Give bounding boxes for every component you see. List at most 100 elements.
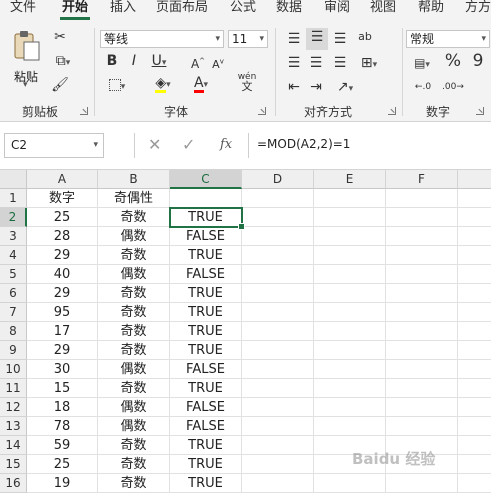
table-cell[interactable]: [242, 474, 314, 493]
table-cell[interactable]: FALSE: [170, 417, 242, 436]
row-header[interactable]: 15: [0, 455, 27, 474]
table-cell[interactable]: [314, 398, 386, 417]
table-cell[interactable]: [386, 360, 458, 379]
number-launcher-icon[interactable]: [476, 107, 484, 115]
table-cell[interactable]: 28: [27, 227, 98, 246]
table-cell[interactable]: [242, 284, 314, 303]
table-cell[interactable]: [242, 265, 314, 284]
tab-view[interactable]: 视图: [370, 0, 396, 20]
table-cell[interactable]: 奇数: [98, 246, 170, 265]
alignment-launcher-icon[interactable]: [388, 107, 396, 115]
increase-font-button[interactable]: A^: [190, 52, 206, 73]
table-cell[interactable]: [242, 436, 314, 455]
table-cell[interactable]: [458, 455, 491, 474]
table-cell[interactable]: [170, 189, 242, 208]
table-cell[interactable]: [458, 284, 491, 303]
row-header[interactable]: 10: [0, 360, 27, 379]
table-cell[interactable]: [458, 322, 491, 341]
borders-button[interactable]: ▾: [102, 76, 132, 96]
comma-style-button[interactable]: 9: [470, 52, 486, 70]
tab-data[interactable]: 数据: [276, 0, 302, 20]
table-cell[interactable]: 偶数: [98, 417, 170, 436]
table-cell[interactable]: TRUE: [170, 284, 242, 303]
table-cell[interactable]: [242, 208, 314, 227]
table-cell[interactable]: [242, 227, 314, 246]
table-cell[interactable]: 奇数: [98, 322, 170, 341]
increase-indent-button[interactable]: ⇥: [306, 78, 326, 96]
underline-button[interactable]: U▾: [146, 52, 172, 72]
row-header[interactable]: 9: [0, 341, 27, 360]
table-cell[interactable]: [242, 455, 314, 474]
row-header[interactable]: 16: [0, 474, 27, 493]
table-cell[interactable]: [242, 398, 314, 417]
table-cell[interactable]: 95: [27, 303, 98, 322]
table-cell[interactable]: 奇数: [98, 208, 170, 227]
table-cell[interactable]: [314, 322, 386, 341]
table-cell[interactable]: 奇数: [98, 341, 170, 360]
table-cell[interactable]: [314, 341, 386, 360]
table-cell[interactable]: 19: [27, 474, 98, 493]
accounting-format-button[interactable]: ▤▾: [408, 54, 436, 74]
table-cell[interactable]: [242, 379, 314, 398]
row-header[interactable]: 7: [0, 303, 27, 322]
percent-button[interactable]: %: [444, 52, 462, 70]
table-cell[interactable]: [242, 417, 314, 436]
table-cell[interactable]: [458, 189, 491, 208]
table-cell[interactable]: 偶数: [98, 360, 170, 379]
row-header[interactable]: 3: [0, 227, 27, 246]
table-cell[interactable]: FALSE: [170, 227, 242, 246]
table-cell[interactable]: [458, 208, 491, 227]
column-header-b[interactable]: B: [98, 170, 170, 189]
table-cell[interactable]: [314, 208, 386, 227]
row-header[interactable]: 5: [0, 265, 27, 284]
table-cell[interactable]: [386, 227, 458, 246]
font-launcher-icon[interactable]: [258, 107, 266, 115]
table-cell[interactable]: TRUE: [170, 436, 242, 455]
table-cell[interactable]: [314, 246, 386, 265]
table-cell[interactable]: 奇数: [98, 303, 170, 322]
cut-button[interactable]: ✂: [50, 28, 70, 46]
table-cell[interactable]: TRUE: [170, 246, 242, 265]
table-cell[interactable]: TRUE: [170, 208, 242, 227]
table-cell[interactable]: 偶数: [98, 398, 170, 417]
font-color-button[interactable]: A▾: [186, 74, 216, 94]
column-header-d[interactable]: D: [242, 170, 314, 189]
table-cell[interactable]: TRUE: [170, 379, 242, 398]
table-cell[interactable]: [458, 265, 491, 284]
table-cell[interactable]: [386, 341, 458, 360]
row-header[interactable]: 11: [0, 379, 27, 398]
row-header[interactable]: 8: [0, 322, 27, 341]
tab-file[interactable]: 文件: [10, 0, 36, 20]
table-cell[interactable]: 奇数: [98, 284, 170, 303]
copy-button[interactable]: ⧉▾: [50, 52, 76, 72]
align-left-button[interactable]: ☰: [284, 54, 304, 72]
align-right-button[interactable]: ☰: [330, 54, 350, 72]
name-box[interactable]: C2 ▾: [4, 133, 104, 158]
row-header[interactable]: 12: [0, 398, 27, 417]
table-cell[interactable]: [314, 417, 386, 436]
row-header[interactable]: 13: [0, 417, 27, 436]
table-cell[interactable]: [386, 246, 458, 265]
table-cell[interactable]: TRUE: [170, 474, 242, 493]
table-cell[interactable]: [458, 398, 491, 417]
table-cell[interactable]: [314, 303, 386, 322]
table-cell[interactable]: [242, 189, 314, 208]
decrease-decimal-button[interactable]: .00→: [440, 78, 466, 96]
table-cell[interactable]: TRUE: [170, 303, 242, 322]
align-center-button[interactable]: ☰: [306, 54, 326, 72]
table-cell[interactable]: [242, 246, 314, 265]
table-cell[interactable]: [458, 227, 491, 246]
number-format-select[interactable]: 常规 ▾: [406, 30, 490, 48]
row-header[interactable]: 6: [0, 284, 27, 303]
table-cell[interactable]: 40: [27, 265, 98, 284]
decrease-font-button[interactable]: Av: [210, 52, 226, 74]
table-cell[interactable]: [386, 322, 458, 341]
table-cell[interactable]: 29: [27, 284, 98, 303]
column-header-f[interactable]: F: [386, 170, 458, 189]
table-cell[interactable]: 25: [27, 208, 98, 227]
table-cell[interactable]: [314, 360, 386, 379]
table-cell[interactable]: 59: [27, 436, 98, 455]
table-cell[interactable]: [458, 436, 491, 455]
table-cell[interactable]: [386, 474, 458, 493]
italic-button[interactable]: I: [126, 52, 142, 70]
